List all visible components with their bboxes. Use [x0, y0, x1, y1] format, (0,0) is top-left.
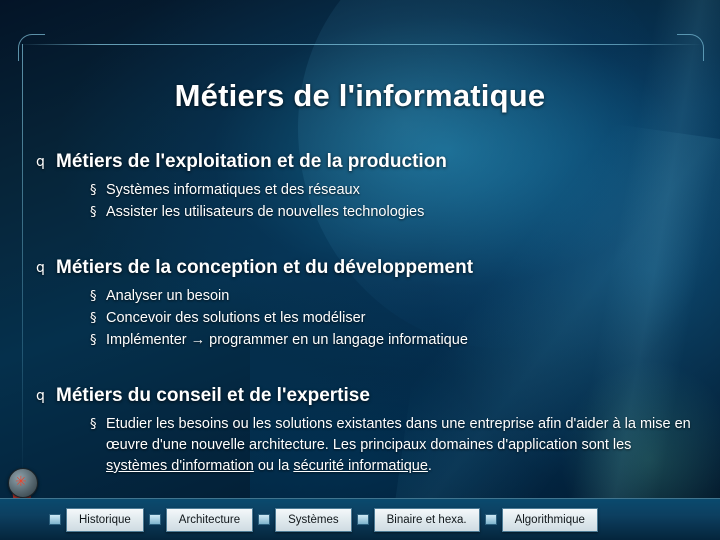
list-item: § Systèmes informatiques et des réseaux [90, 180, 696, 201]
nav-separator [148, 514, 161, 525]
frame-corner-top-right [677, 34, 704, 61]
dash-bullet-icon: § [90, 333, 97, 348]
paragraph-text: ou la [253, 458, 294, 474]
list-item-label: Analyser un besoin [106, 288, 230, 304]
nav-separator [258, 514, 271, 525]
section-heading-3: q Métiers du conseil et de l'expertise [28, 384, 696, 408]
slide: Métiers de l'informatique q Métiers de l… [0, 0, 720, 540]
dash-bullet-icon: § [90, 205, 97, 220]
frame-corner-top-left [18, 34, 45, 61]
paragraph-text: . [427, 458, 432, 474]
list-item-label: Concevoir des solutions et les modéliser [106, 310, 366, 326]
nav-separator [356, 514, 369, 525]
list-item: § Analyser un besoin [90, 286, 696, 307]
frame-line-top [18, 44, 702, 45]
list-item: § Etudier les besoins ou les solutions e… [90, 414, 696, 477]
section-1-title: Métiers de l'exploitation et de la produ… [56, 151, 447, 172]
section-1-items: § Systèmes informatiques et des réseaux … [90, 180, 696, 223]
section-heading-2: q Métiers de la conception et du dévelop… [28, 256, 696, 280]
list-item-label: Implémenter → programmer en un langage i… [106, 332, 468, 348]
page-title: Métiers de l'informatique [174, 78, 546, 113]
paragraph-text: Etudier les besoins ou les solutions exi… [106, 416, 691, 453]
section-heading-1: q Métiers de l'exploitation et de la pro… [28, 150, 696, 174]
square-bullet-icon: q [36, 154, 45, 170]
underlined-term: sécurité informatique [293, 458, 428, 474]
bottom-navigation-bar: Historique Architecture Systèmes Binaire… [0, 498, 720, 540]
dash-bullet-icon: § [90, 289, 97, 304]
nav-button-historique[interactable]: Historique [66, 507, 144, 532]
section-3-title: Métiers du conseil et de l'expertise [56, 385, 370, 406]
list-item-label: Systèmes informatiques et des réseaux [106, 182, 360, 198]
nav-button-systemes[interactable]: Systèmes [275, 507, 352, 532]
section-2-items: § Analyser un besoin § Concevoir des sol… [90, 286, 696, 351]
list-item-label-rich: Etudier les besoins ou les solutions exi… [106, 414, 696, 477]
list-item-label: Assister les utilisateurs de nouvelles t… [106, 204, 425, 220]
dash-bullet-icon: § [90, 183, 97, 198]
nav-separator [484, 514, 497, 525]
list-item: § Concevoir des solutions et les modélis… [90, 308, 696, 329]
underlined-term: systèmes d'information [106, 458, 254, 474]
dash-bullet-icon: § [90, 417, 97, 432]
dash-bullet-icon: § [90, 311, 97, 326]
nav-button-architecture[interactable]: Architecture [165, 507, 254, 532]
list-item: § Assister les utilisateurs de nouvelles… [90, 202, 696, 223]
section-3-items: § Etudier les besoins ou les solutions e… [90, 414, 696, 477]
slide-body: q Métiers de l'exploitation et de la pro… [28, 140, 696, 478]
square-bullet-icon: q [36, 388, 45, 404]
nav-button-algorithmique[interactable]: Algorithmique [501, 507, 598, 532]
nav-separator [49, 514, 61, 525]
list-item: § Implémenter → programmer en un langage… [90, 330, 696, 351]
section-2-title: Métiers de la conception et du développe… [56, 257, 474, 278]
nav-button-binaire-hexa[interactable]: Binaire et hexa. [373, 507, 480, 532]
square-bullet-icon: q [36, 260, 45, 276]
